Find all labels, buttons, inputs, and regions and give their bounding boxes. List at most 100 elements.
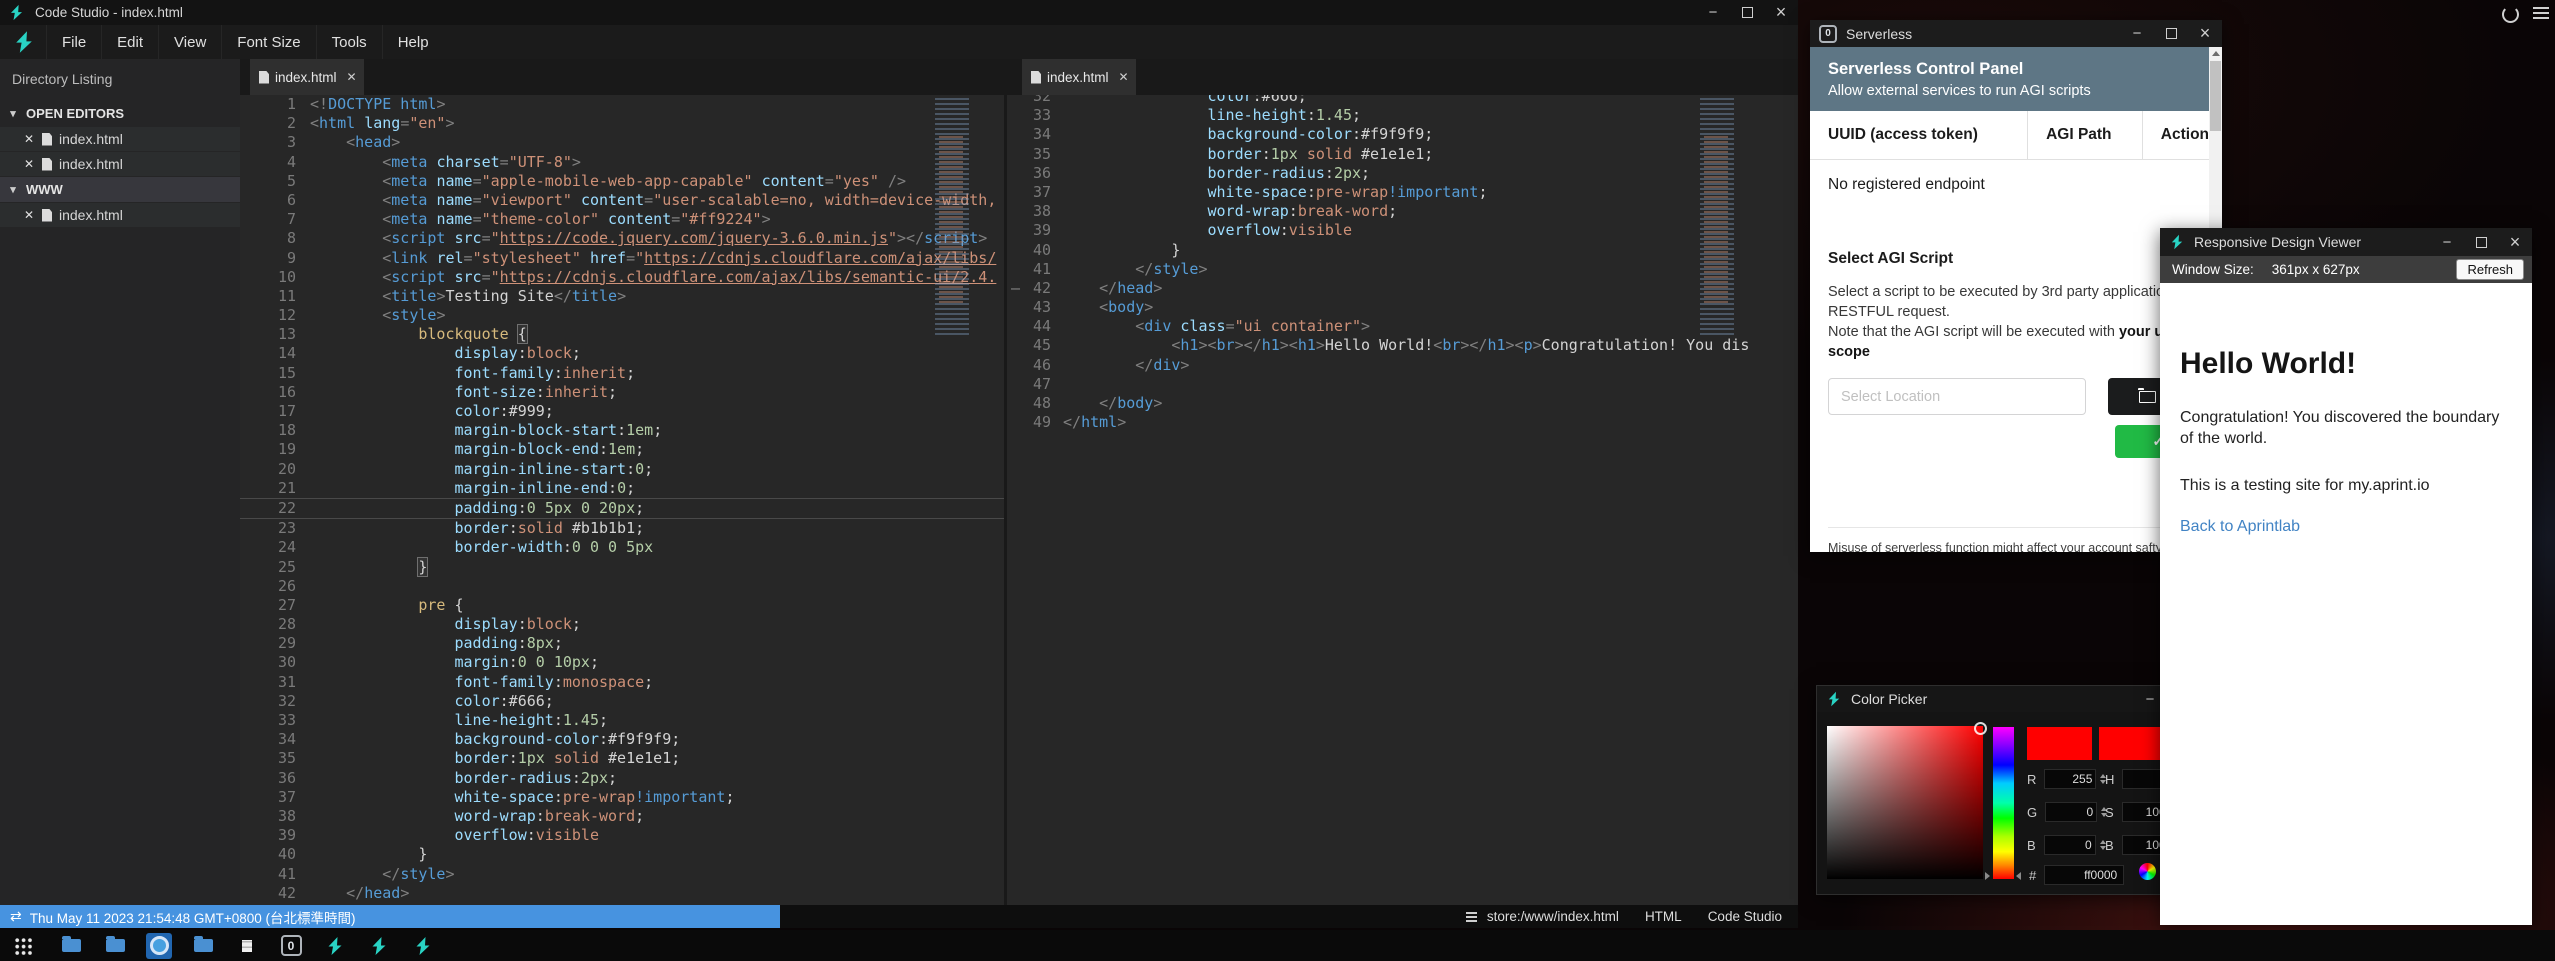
code-line[interactable]: 6 <meta name="viewport" content="user-sc… (240, 191, 1004, 210)
editor-pane-2[interactable]: 32 color:#666;33 line-height:1.45;34 bac… (1007, 95, 1798, 905)
menu-item-view[interactable]: View (158, 25, 221, 59)
saturation-gradient[interactable] (1827, 726, 1983, 879)
code-line[interactable]: 3 <head> (240, 133, 1004, 152)
value-input[interactable]: 0 (2044, 835, 2096, 855)
close-icon[interactable]: ✕ (24, 132, 40, 146)
code-line[interactable]: 37 white-space:pre-wrap!important; (240, 788, 1004, 807)
folder-icon[interactable] (190, 933, 216, 959)
close-icon[interactable]: × (1764, 0, 1798, 25)
menu-item-edit[interactable]: Edit (101, 25, 158, 59)
tab-index-html-pane1[interactable]: index.html ✕ (250, 59, 364, 95)
sidebar-section-www[interactable]: ▾WWW (0, 177, 240, 202)
code-line[interactable]: 21 margin-inline-end:0; (240, 479, 1004, 498)
scroll-thumb[interactable] (2210, 61, 2221, 131)
editor-pane-1[interactable]: 1<!DOCTYPE html>2<html lang="en">3 <head… (240, 95, 1004, 905)
minimap[interactable] (935, 98, 977, 336)
code-studio-icon[interactable] (410, 933, 436, 959)
code-line[interactable]: 44 <div class="ui container"> (1007, 317, 1798, 336)
code-line[interactable]: 19 margin-block-end:1em; (240, 440, 1004, 459)
sidebar-item-index-html[interactable]: ✕index.html (0, 127, 240, 151)
menu-icon[interactable] (2533, 7, 2549, 9)
back-to-aprintlab-link[interactable]: Back to Aprintlab (2180, 518, 2512, 536)
sidebar-item-index-html[interactable]: ✕index.html (0, 152, 240, 176)
file-icon[interactable] (234, 933, 260, 959)
code-line[interactable]: 42 </head> (240, 884, 1004, 903)
code-line[interactable]: 23 border:solid #b1b1b1; (240, 519, 1004, 538)
code-line[interactable]: 1<!DOCTYPE html> (240, 95, 1004, 114)
code-line[interactable]: 35 border:1px solid #e1e1e1; (240, 749, 1004, 768)
sidebar-section-open-editors[interactable]: ▾OPEN EDITORS (0, 101, 240, 126)
code-line[interactable]: 15 font-family:inherit; (240, 364, 1004, 383)
close-icon[interactable]: × (2188, 20, 2222, 47)
value-input[interactable]: 0 (2045, 802, 2097, 822)
menu-item-file[interactable]: File (46, 25, 101, 59)
code-line[interactable]: 2<html lang="en"> (240, 114, 1004, 133)
code-line[interactable]: 22 padding:0 5px 0 20px; (240, 498, 1004, 519)
minimize-icon[interactable]: − (2120, 20, 2154, 47)
reload-icon[interactable] (2502, 6, 2519, 23)
hex-input[interactable]: ff0000 (2044, 865, 2124, 885)
code-line[interactable]: 35 border:1px solid #e1e1e1; (1007, 145, 1798, 164)
code-studio-icon[interactable] (322, 933, 348, 959)
close-icon[interactable]: ✕ (24, 157, 40, 171)
code-line[interactable]: 34 background-color:#f9f9f9; (1007, 125, 1798, 144)
tab-index-html-pane2[interactable]: index.html ✕ (1022, 59, 1136, 95)
maximize-icon[interactable] (2464, 228, 2498, 256)
tab-close-icon[interactable]: ✕ (347, 70, 357, 84)
hue-slider[interactable] (1993, 727, 2014, 879)
code-line[interactable]: 39 overflow:visible (240, 826, 1004, 845)
script-location-input[interactable] (1828, 378, 2086, 415)
code-line[interactable]: 48 </body> (1007, 394, 1798, 413)
code-line[interactable]: 40 } (1007, 241, 1798, 260)
close-icon[interactable]: ✕ (24, 208, 40, 222)
code-line[interactable]: 40 } (240, 845, 1004, 864)
folder-icon[interactable] (58, 933, 84, 959)
code-line[interactable]: 36 border-radius:2px; (240, 769, 1004, 788)
code-line[interactable]: 17 color:#999; (240, 402, 1004, 421)
minimap[interactable] (1700, 98, 1742, 336)
color-wheel-icon[interactable] (2139, 863, 2156, 880)
code-line[interactable]: 9 <link rel="stylesheet" href="https://c… (240, 249, 1004, 268)
code-line[interactable]: 34 background-color:#f9f9f9; (240, 730, 1004, 749)
code-line[interactable]: 38 word-wrap:break-word; (240, 807, 1004, 826)
code-line[interactable]: 33 line-height:1.45; (240, 711, 1004, 730)
code-line[interactable]: 18 margin-block-start:1em; (240, 421, 1004, 440)
code-line[interactable]: 25 } (240, 558, 1004, 577)
code-line[interactable]: 4 <meta charset="UTF-8"> (240, 153, 1004, 172)
code-line[interactable]: 16 font-size:inherit; (240, 383, 1004, 402)
code-line[interactable]: 27 pre { (240, 596, 1004, 615)
code-line[interactable]: 13 blockquote { (240, 325, 1004, 344)
media-icon-active[interactable] (146, 933, 172, 959)
code-line[interactable]: 7 <meta name="theme-color" content="#ff9… (240, 210, 1004, 229)
language-status[interactable]: HTML (1645, 909, 1682, 924)
code-line[interactable]: 28 display:block; (240, 615, 1004, 634)
code-line[interactable]: 33 line-height:1.45; (1007, 106, 1798, 125)
tab-close-icon[interactable]: ✕ (1119, 70, 1129, 84)
code-line[interactable]: 38 word-wrap:break-word; (1007, 202, 1798, 221)
code-line[interactable]: 14 display:block; (240, 344, 1004, 363)
code-line[interactable]: 41 </style> (1007, 260, 1798, 279)
close-icon[interactable]: × (2498, 228, 2532, 256)
code-line[interactable]: 29 padding:8px; (240, 634, 1004, 653)
serverless-icon[interactable]: 0 (278, 933, 304, 959)
code-line[interactable]: 39 overflow:visible (1007, 221, 1798, 240)
minimize-icon[interactable]: − (2430, 228, 2464, 256)
menu-item-tools[interactable]: Tools (316, 25, 382, 59)
code-line[interactable]: 49</html> (1007, 413, 1798, 432)
file-path-status[interactable]: store:/www/index.html (1487, 909, 1619, 924)
maximize-icon[interactable] (2154, 20, 2188, 47)
code-line[interactable]: –42 </head> (1007, 279, 1798, 298)
code-line[interactable]: 5 <meta name="apple-mobile-web-app-capab… (240, 172, 1004, 191)
menu-item-font-size[interactable]: Font Size (221, 25, 315, 59)
value-input[interactable]: 255 (2044, 769, 2096, 789)
code-line[interactable]: 10 <script src="https://cdnjs.cloudflare… (240, 268, 1004, 287)
code-line[interactable]: 36 border-radius:2px; (1007, 164, 1798, 183)
scroll-up-icon[interactable] (2209, 47, 2222, 60)
code-line[interactable]: 11 <title>Testing Site</title> (240, 287, 1004, 306)
code-line[interactable]: 32 color:#666; (240, 692, 1004, 711)
code-line[interactable]: 47 (1007, 375, 1798, 394)
code-line[interactable]: 46 </div> (1007, 356, 1798, 375)
code-line[interactable]: 37 white-space:pre-wrap!important; (1007, 183, 1798, 202)
minimize-icon[interactable]: − (1696, 0, 1730, 25)
code-line[interactable]: 41 </style> (240, 865, 1004, 884)
